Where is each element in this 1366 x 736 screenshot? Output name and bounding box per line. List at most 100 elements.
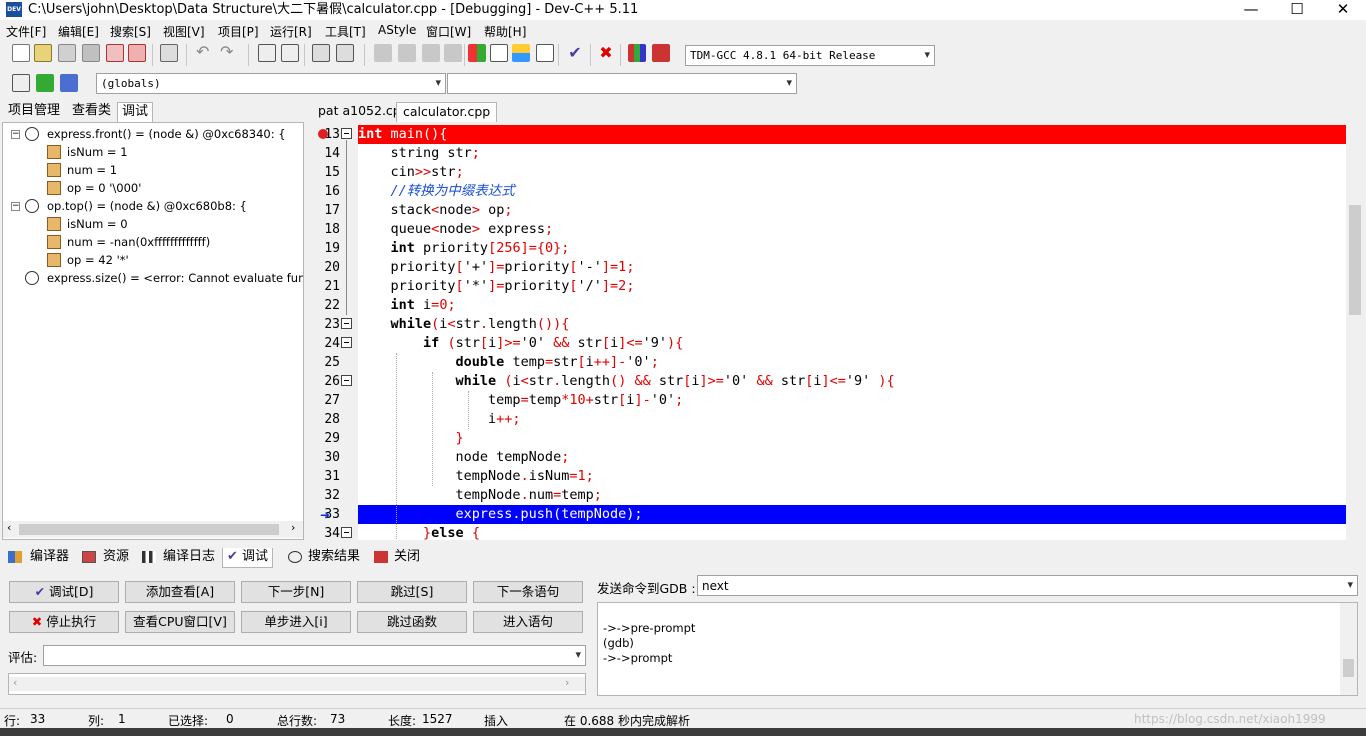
menu-help[interactable]: 帮助[H] [484, 23, 526, 40]
tab-classes[interactable]: 查看类 [68, 102, 115, 122]
vertical-scrollbar[interactable] [1346, 125, 1364, 540]
class-browser-icon[interactable] [512, 44, 530, 62]
horizontal-scrollbar[interactable]: ‹ › [9, 676, 585, 691]
watch-item[interactable]: op = 42 '*' [67, 251, 129, 269]
redo-icon[interactable]: ↷ [220, 44, 238, 62]
scrollbar-thumb[interactable] [1349, 205, 1361, 315]
new-project-icon[interactable] [468, 44, 486, 62]
function-select[interactable]: ▾ [447, 73, 797, 94]
open-file-icon[interactable] [34, 44, 52, 62]
undo-icon[interactable]: ↶ [196, 44, 214, 62]
indent-icon[interactable] [336, 44, 354, 62]
stop-icon[interactable]: ✖ [597, 44, 615, 62]
menu-window[interactable]: 窗口[W] [426, 23, 471, 40]
fold-icon[interactable] [341, 527, 352, 538]
close-all-icon[interactable] [128, 44, 146, 62]
goto-line-icon[interactable] [312, 44, 330, 62]
check-syntax-icon[interactable]: ✔ [566, 44, 584, 62]
fold-icon[interactable] [341, 128, 352, 139]
cpu-window-button[interactable]: 查看CPU窗口[V] [125, 611, 235, 633]
watch-icon [25, 199, 39, 213]
tab-resources[interactable]: 资源 [103, 548, 129, 568]
bookmark-icon[interactable] [60, 74, 78, 92]
fold-icon[interactable] [341, 337, 352, 348]
enter-statement-button[interactable]: 进入语句 [473, 611, 583, 633]
window-icon[interactable] [490, 44, 508, 62]
compiler-select[interactable]: TDM-GCC 4.8.1 64-bit Release ▾ [685, 45, 935, 66]
save-icon[interactable] [58, 44, 76, 62]
rebuild-icon[interactable] [444, 44, 462, 62]
menu-file[interactable]: 文件[F] [6, 23, 46, 40]
code-editor[interactable]: int main(){ string str; cin>>str; //转换为中… [358, 125, 1346, 540]
watch-item[interactable]: op.top() = (node &) @0xc680b8: { [47, 197, 247, 215]
maximize-button[interactable]: ☐ [1274, 0, 1320, 20]
check-icon: ✔ [34, 584, 46, 599]
compile-run-icon[interactable] [422, 44, 440, 62]
scrollbar-thumb[interactable] [1343, 659, 1354, 677]
debug-button[interactable]: ✔ 调试[D] [9, 581, 119, 603]
watch-item[interactable]: isNum = 0 [67, 215, 128, 233]
tab-compiler[interactable]: 编译器 [30, 548, 69, 568]
menu-tools[interactable]: 工具[T] [325, 23, 366, 40]
menu-run[interactable]: 运行[R] [270, 23, 312, 40]
replace-icon[interactable] [281, 44, 299, 62]
compile-icon[interactable] [374, 44, 392, 62]
horizontal-scrollbar[interactable]: ‹ › [3, 521, 303, 538]
menu-project[interactable]: 项目[P] [218, 23, 259, 40]
code-line: //转换为中缀表达式 [390, 183, 515, 199]
watch-item[interactable]: num = -nan(0xfffffffffffff) [67, 233, 210, 251]
tab-search-results[interactable]: 搜索结果 [308, 548, 360, 568]
scope-select[interactable]: (globals) ▾ [96, 73, 446, 94]
step-into-button[interactable]: 单步进入[i] [241, 611, 351, 633]
vertical-scrollbar[interactable] [1340, 603, 1357, 695]
skip-function-button[interactable]: 跳过函数 [357, 611, 467, 633]
tab-project[interactable]: 项目管理 [4, 102, 64, 122]
menu-search[interactable]: 搜索[S] [110, 23, 151, 40]
fold-icon[interactable] [341, 375, 352, 386]
print-icon[interactable] [160, 44, 178, 62]
stop-execution-button[interactable]: ✖ 停止执行 [9, 611, 119, 633]
scroll-left-icon[interactable]: ‹ [7, 521, 11, 534]
tab-calculator[interactable]: calculator.cpp [396, 102, 498, 122]
run-icon[interactable] [398, 44, 416, 62]
collapse-icon[interactable]: − [11, 130, 20, 139]
breakpoint-icon[interactable] [318, 129, 328, 139]
scroll-right-icon[interactable]: › [565, 676, 569, 689]
find-icon[interactable] [258, 44, 276, 62]
collapse-icon[interactable]: − [11, 202, 20, 211]
close-file-icon[interactable] [106, 44, 124, 62]
next-step-button[interactable]: 下一步[N] [241, 581, 351, 603]
profile-icon[interactable] [652, 44, 670, 62]
line-number: 32 [324, 488, 340, 503]
menu-view[interactable]: 视图[V] [163, 23, 205, 40]
watch-item[interactable]: op = 0 '\000' [67, 179, 141, 197]
watch-item[interactable]: express.front() = (node &) @0xc68340: { [47, 125, 286, 143]
add-watch-button[interactable]: 添加查看[A] [125, 581, 235, 603]
watch-item[interactable]: express.size() = <error: Cannot evaluate… [47, 269, 303, 287]
insert-icon[interactable] [12, 74, 30, 92]
tab-compile-log[interactable]: 编译日志 [163, 548, 215, 568]
watch-item[interactable]: num = 1 [67, 161, 117, 179]
close-button[interactable]: ✕ [1320, 0, 1366, 20]
tab-debug[interactable]: 调试 [117, 102, 154, 122]
scroll-right-icon[interactable]: › [291, 521, 295, 534]
tab-debug-bottom[interactable]: ✔ 调试 [222, 548, 274, 568]
menu-astyle[interactable]: AStyle [378, 23, 416, 37]
save-all-icon[interactable] [82, 44, 100, 62]
new-file-icon[interactable] [12, 44, 30, 62]
skip-button[interactable]: 跳过[S] [357, 581, 467, 603]
fold-icon[interactable] [341, 318, 352, 329]
chart-icon[interactable] [628, 44, 646, 62]
code-line: int priority[256]={0}; [390, 240, 570, 256]
next-statement-button[interactable]: 下一条语句 [473, 581, 583, 603]
watch-item[interactable]: isNum = 1 [67, 143, 128, 161]
goto-icon[interactable] [36, 74, 54, 92]
evaluate-input[interactable]: ▾ [43, 645, 586, 666]
tab-close[interactable]: 关闭 [394, 548, 420, 568]
layout-icon[interactable] [536, 44, 554, 62]
scrollbar-thumb[interactable] [19, 524, 279, 535]
minimize-button[interactable]: — [1228, 0, 1274, 20]
menu-edit[interactable]: 编辑[E] [58, 23, 99, 40]
gdb-command-input[interactable]: next ▾ [697, 575, 1358, 596]
scroll-left-icon[interactable]: ‹ [13, 676, 17, 689]
